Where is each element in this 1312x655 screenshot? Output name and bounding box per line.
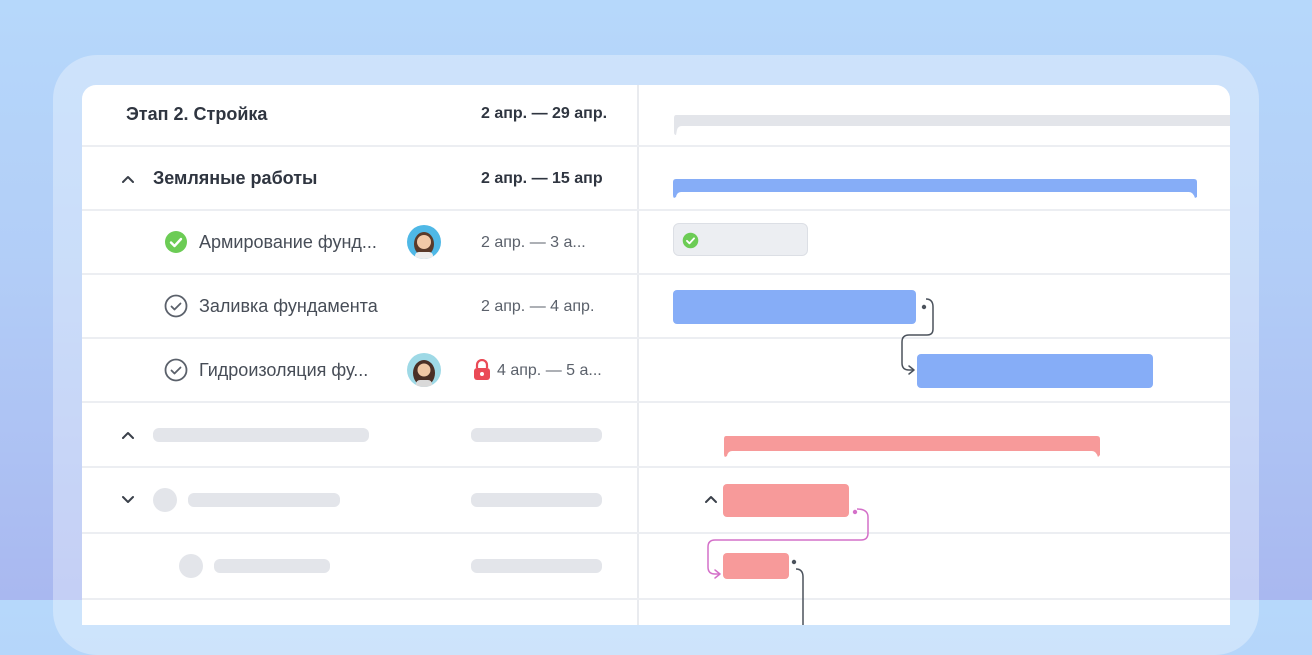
skeleton-placeholder <box>153 428 369 442</box>
group-title: Земляные работы <box>153 168 318 188</box>
skeleton-placeholder <box>471 559 602 573</box>
check-outline-icon[interactable] <box>164 358 188 382</box>
skeleton-placeholder <box>153 488 177 512</box>
lock-icon <box>472 359 492 381</box>
task-dates: 2 апр. — 3 а... <box>481 234 586 251</box>
avatar[interactable] <box>407 225 441 259</box>
stage-dates: 2 апр. — 29 апр. <box>481 105 608 122</box>
task-dates: 2 апр. — 4 апр. <box>481 298 595 315</box>
avatar[interactable] <box>407 353 441 387</box>
task-label[interactable]: Заливка фундамента <box>199 296 378 317</box>
chevron-up-icon[interactable] <box>120 171 136 187</box>
skeleton-placeholder <box>214 559 330 573</box>
dependency-connectors <box>707 298 934 625</box>
group-dates: 2 апр. — 15 апр <box>481 170 603 187</box>
task-label[interactable]: Гидроизоляция фу... <box>199 360 368 381</box>
skeleton-placeholder <box>179 554 203 578</box>
chevron-down-icon[interactable] <box>120 492 136 508</box>
task-dates: 4 апр. — 5 а... <box>497 362 602 379</box>
task-label[interactable]: Армирование фунд... <box>199 232 377 253</box>
gantt-timeline <box>639 85 1230 625</box>
stage-title: Этап 2. Стройка <box>126 104 268 124</box>
skeleton-placeholder <box>188 493 340 507</box>
skeleton-placeholder <box>471 493 602 507</box>
skeleton-placeholder <box>471 428 602 442</box>
check-outline-icon[interactable] <box>164 294 188 318</box>
gantt-card: Этап 2. Стройка 2 апр. — 29 апр. Земляны… <box>82 85 1230 625</box>
check-filled-icon[interactable] <box>164 230 188 254</box>
chevron-up-icon[interactable] <box>120 427 136 443</box>
